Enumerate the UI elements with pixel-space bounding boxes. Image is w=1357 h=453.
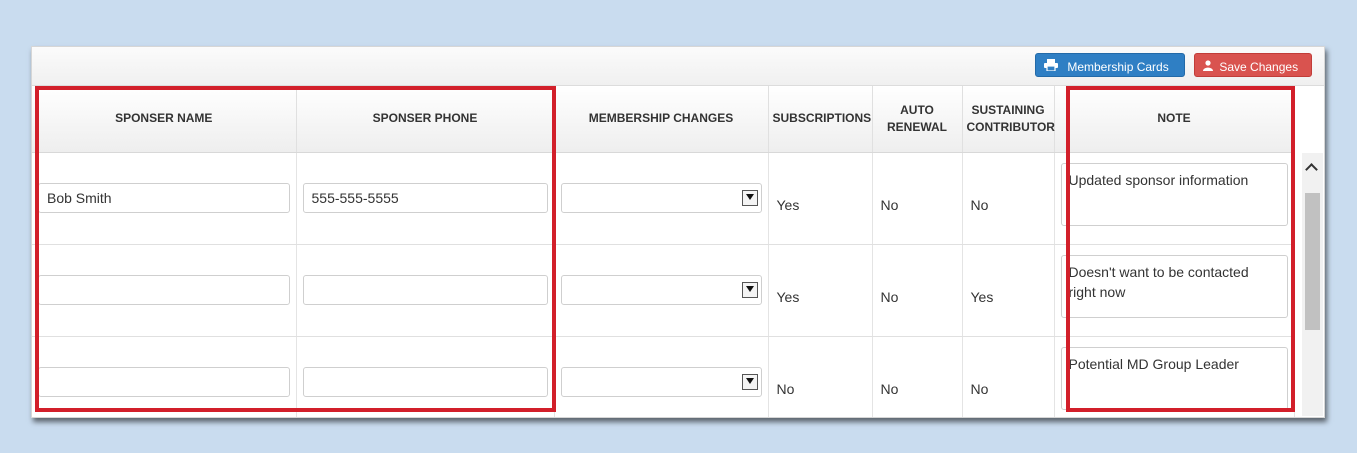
chevron-down-icon[interactable] <box>741 374 758 390</box>
sponser-phone-input[interactable] <box>302 275 548 305</box>
sponser-name-input[interactable] <box>38 183 290 213</box>
sponser-name-input[interactable] <box>38 275 290 305</box>
toolbar: Membership Cards Save Changes <box>32 47 1324 86</box>
auto-renewal-cell: No <box>872 336 963 417</box>
table-row: No No No Potential MD Group Leader <box>32 336 1295 417</box>
note-textarea[interactable]: Potential MD Group Leader <box>1060 346 1288 410</box>
membership-changes-select[interactable] <box>560 183 762 213</box>
column-header-membership-changes[interactable]: MEMBERSHIP CHANGES <box>554 86 769 153</box>
column-header-sustaining-contributor[interactable]: SUSTAINING CONTRIBUTOR <box>962 86 1055 153</box>
auto-renewal-cell: No <box>872 244 963 337</box>
membership-panel: Membership Cards Save Changes SPONSER NA… <box>31 46 1325 418</box>
chevron-down-icon[interactable] <box>741 190 758 206</box>
vertical-scrollbar[interactable] <box>1302 153 1323 416</box>
sustaining-contributor-cell: No <box>962 152 1055 245</box>
sustaining-contributor-cell: Yes <box>962 244 1055 337</box>
save-changes-label: Save Changes <box>1219 59 1299 74</box>
sustaining-contributor-cell: No <box>962 336 1055 417</box>
user-icon <box>1203 55 1213 79</box>
sponser-phone-input[interactable] <box>302 183 548 213</box>
membership-changes-select[interactable] <box>560 275 762 305</box>
sponser-phone-input[interactable] <box>302 367 548 397</box>
column-header-subscriptions[interactable]: SUBSCRIPTIONS <box>768 86 873 153</box>
chevron-up-icon[interactable] <box>1305 163 1318 176</box>
column-header-sponser-name[interactable]: SPONSER NAME <box>32 86 297 153</box>
table-row: Yes No Yes Doesn't want to be contacted … <box>32 244 1295 337</box>
note-textarea[interactable]: Doesn't want to be contacted right now <box>1060 254 1288 318</box>
membership-cards-button[interactable]: Membership Cards <box>1035 53 1185 77</box>
table-header-row: SPONSER NAME SPONSER PHONE MEMBERSHIP CH… <box>32 86 1295 153</box>
subscriptions-cell: Yes <box>768 152 873 245</box>
scrollbar-thumb[interactable] <box>1305 193 1320 330</box>
membership-cards-label: Membership Cards <box>1067 59 1169 74</box>
subscriptions-cell: Yes <box>768 244 873 337</box>
membership-changes-select[interactable] <box>560 367 762 397</box>
column-header-auto-renewal[interactable]: AUTO RENEWAL <box>872 86 963 153</box>
save-changes-button[interactable]: Save Changes <box>1194 53 1312 77</box>
auto-renewal-cell: No <box>872 152 963 245</box>
printer-icon <box>1044 55 1058 79</box>
column-header-note[interactable]: NOTE <box>1054 86 1295 153</box>
column-header-sponser-phone[interactable]: SPONSER PHONE <box>296 86 555 153</box>
chevron-down-icon[interactable] <box>741 282 758 298</box>
subscriptions-cell: No <box>768 336 873 417</box>
table-row: Yes No No Updated sponsor information <box>32 152 1295 245</box>
membership-table: SPONSER NAME SPONSER PHONE MEMBERSHIP CH… <box>32 86 1295 417</box>
note-textarea[interactable]: Updated sponsor information <box>1060 162 1288 226</box>
sponser-name-input[interactable] <box>38 367 290 397</box>
